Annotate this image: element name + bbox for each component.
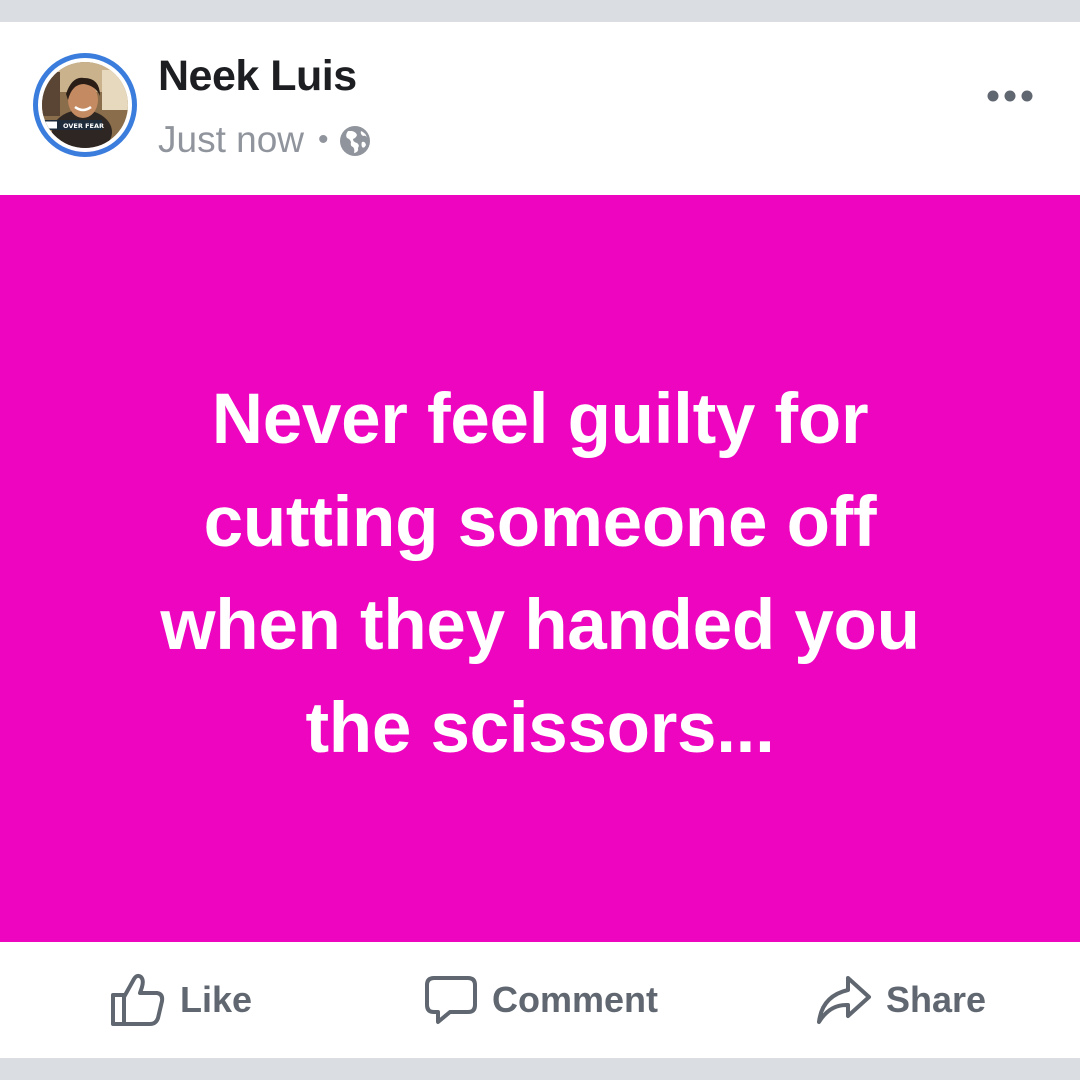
- post-header: OVER FEAR Neek Luis Just now •: [0, 22, 1080, 195]
- share-arrow-icon: [817, 976, 871, 1024]
- post-background: Never feel guilty for cutting someone of…: [0, 195, 1080, 942]
- author-name[interactable]: Neek Luis: [158, 52, 357, 101]
- avatar-caption: OVER FEAR: [63, 122, 104, 130]
- post-actions: Like Comment Share: [0, 942, 1080, 1058]
- like-label: Like: [180, 979, 253, 1020]
- avatar-story-ring[interactable]: OVER FEAR: [33, 53, 137, 157]
- share-button[interactable]: Share: [816, 942, 986, 1058]
- avatar[interactable]: OVER FEAR: [42, 62, 128, 148]
- like-button[interactable]: Like: [110, 942, 252, 1058]
- post-card: OVER FEAR Neek Luis Just now • Never fee…: [0, 22, 1080, 1058]
- comment-button[interactable]: Comment: [424, 942, 658, 1058]
- timestamp[interactable]: Just now: [158, 119, 304, 161]
- post-text: Never feel guilty for cutting someone of…: [160, 379, 920, 768]
- speech-bubble-icon: [425, 976, 477, 1024]
- globe-icon: [339, 126, 370, 156]
- thumbs-up-icon: [111, 973, 165, 1026]
- share-label: Share: [886, 979, 987, 1020]
- comment-label: Comment: [492, 979, 659, 1020]
- post-meta: Just now •: [158, 118, 371, 162]
- screen: OVER FEAR Neek Luis Just now • Never fee…: [0, 0, 1080, 1080]
- more-options-button[interactable]: [984, 78, 1036, 114]
- more-options-icon: [987, 90, 1033, 102]
- meta-separator: •: [318, 123, 329, 156]
